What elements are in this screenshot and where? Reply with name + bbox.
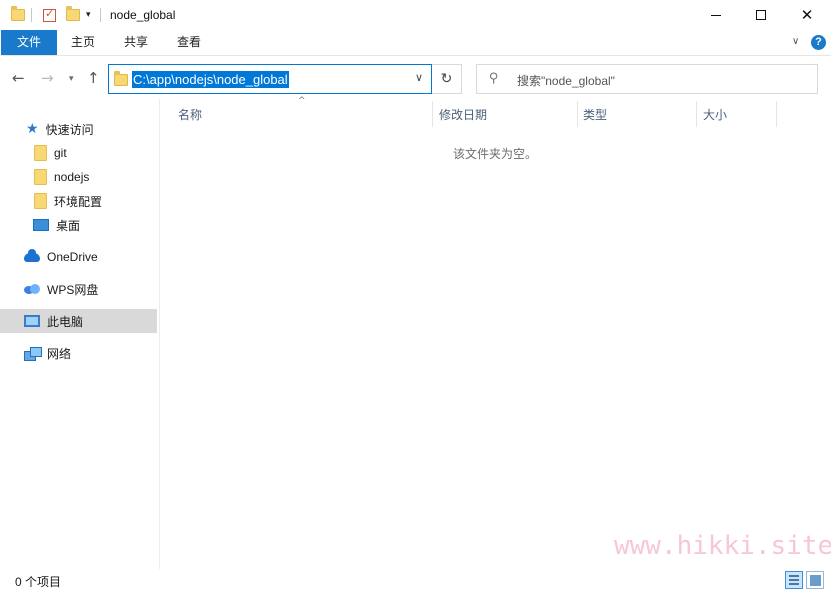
star-icon: ★ <box>26 121 39 137</box>
sidebar-item-wps-drive[interactable]: WPS网盘 <box>0 278 157 300</box>
sidebar-item-label: 网络 <box>47 346 72 361</box>
sidebar-item-quick-access[interactable]: ★ 快速访问 <box>0 118 157 140</box>
status-bar: 0 个项目 <box>0 569 831 593</box>
item-count: 0 个项目 <box>15 575 62 589</box>
tab-file[interactable]: 文件 <box>1 30 57 55</box>
divider <box>100 8 101 22</box>
address-bar[interactable]: C:\app\nodejs\node_global ∨ <box>108 64 432 94</box>
minimize-button[interactable] <box>693 0 739 30</box>
close-icon: ✕ <box>800 6 814 24</box>
sidebar-item-label: 快速访问 <box>45 122 94 137</box>
column-divider[interactable] <box>776 101 777 127</box>
address-history-chevron-icon[interactable]: ∨ <box>415 71 423 84</box>
sidebar-item-desktop[interactable]: 桌面 <box>0 214 157 236</box>
sidebar-item-label: OneDrive <box>47 250 98 264</box>
column-header-type[interactable]: 类型 <box>583 103 607 127</box>
search-icon: ⚲ <box>489 71 499 86</box>
tab-home[interactable]: 主页 <box>58 30 108 55</box>
network-icon <box>24 346 42 361</box>
tab-view[interactable]: 查看 <box>164 30 214 55</box>
title-bar: ▾ node_global ✕ <box>0 0 831 30</box>
address-path[interactable]: C:\app\nodejs\node_global <box>132 71 289 88</box>
column-header-size[interactable]: 大小 <box>703 103 727 127</box>
sort-ascending-icon: ^ <box>298 96 306 106</box>
refresh-button[interactable]: ↻ <box>432 64 462 94</box>
properties-icon[interactable] <box>43 6 56 24</box>
divider <box>31 8 32 22</box>
sidebar-item-network[interactable]: 网络 <box>0 342 157 364</box>
sidebar-item-label: WPS网盘 <box>47 282 99 297</box>
sidebar-item-label: nodejs <box>54 170 90 184</box>
column-header-name[interactable]: 名称 <box>178 103 202 127</box>
up-arrow-icon[interactable]: ↑ <box>87 69 100 87</box>
cloud-icon <box>24 248 40 262</box>
wps-cloud-icon <box>24 284 40 294</box>
sidebar-item-this-pc[interactable]: 此电脑 <box>0 309 157 333</box>
sidebar-item-git[interactable]: git <box>0 142 157 164</box>
minimize-icon <box>711 14 721 16</box>
forward-arrow-icon[interactable]: → <box>41 69 54 87</box>
window-title: node_global <box>110 8 176 22</box>
sidebar-item-label: git <box>54 146 67 160</box>
column-header-date-modified[interactable]: 修改日期 <box>439 103 487 127</box>
folder-icon <box>34 169 47 185</box>
expand-ribbon-chevron-icon[interactable]: ∨ <box>792 36 799 47</box>
large-icons-view-button[interactable] <box>806 571 824 589</box>
customize-toolbar-chevron-icon[interactable]: ▾ <box>86 6 91 24</box>
navigation-bar: ← → ▾ ↑ C:\app\nodejs\node_global ∨ ↻ ⚲ … <box>0 57 831 99</box>
ribbon-tabs: 文件 主页 共享 查看 ∨ ? <box>0 30 831 56</box>
close-button[interactable]: ✕ <box>784 0 830 30</box>
sidebar-item-nodejs[interactable]: nodejs <box>0 166 157 188</box>
sidebar-item-onedrive[interactable]: OneDrive <box>0 246 157 268</box>
navigation-pane: ★ 快速访问 git nodejs 环境配置 桌面 OneDrive WPS网盘… <box>0 99 160 569</box>
search-placeholder: 搜索"node_global" <box>517 74 615 88</box>
refresh-icon: ↻ <box>440 71 453 87</box>
sidebar-item-label: 此电脑 <box>47 314 84 329</box>
folder-icon <box>34 193 47 209</box>
new-folder-icon[interactable] <box>66 6 80 24</box>
column-divider[interactable] <box>696 101 697 127</box>
column-divider[interactable] <box>577 101 578 127</box>
watermark: www.hikki.site <box>614 531 831 561</box>
folder-icon <box>114 71 128 86</box>
maximize-icon <box>756 10 766 20</box>
sidebar-item-label: 环境配置 <box>54 194 103 209</box>
desktop-icon <box>33 219 49 231</box>
column-divider[interactable] <box>432 101 433 127</box>
tab-share[interactable]: 共享 <box>110 30 162 55</box>
folder-icon <box>11 6 25 24</box>
sidebar-item-env-config[interactable]: 环境配置 <box>0 190 157 212</box>
back-arrow-icon[interactable]: ← <box>12 69 25 87</box>
empty-folder-message: 该文件夹为空。 <box>453 147 538 161</box>
large-icons-view-icon <box>810 575 821 586</box>
details-view-button[interactable] <box>785 571 803 589</box>
details-view-icon <box>789 575 799 585</box>
sidebar-item-label: 桌面 <box>56 218 81 233</box>
recent-locations-chevron-icon[interactable]: ▾ <box>69 74 74 84</box>
folder-icon <box>34 145 47 161</box>
search-input[interactable]: ⚲ 搜索"node_global" <box>476 64 818 94</box>
computer-icon <box>24 315 40 327</box>
help-icon[interactable]: ? <box>811 35 826 50</box>
maximize-button[interactable] <box>738 0 784 30</box>
